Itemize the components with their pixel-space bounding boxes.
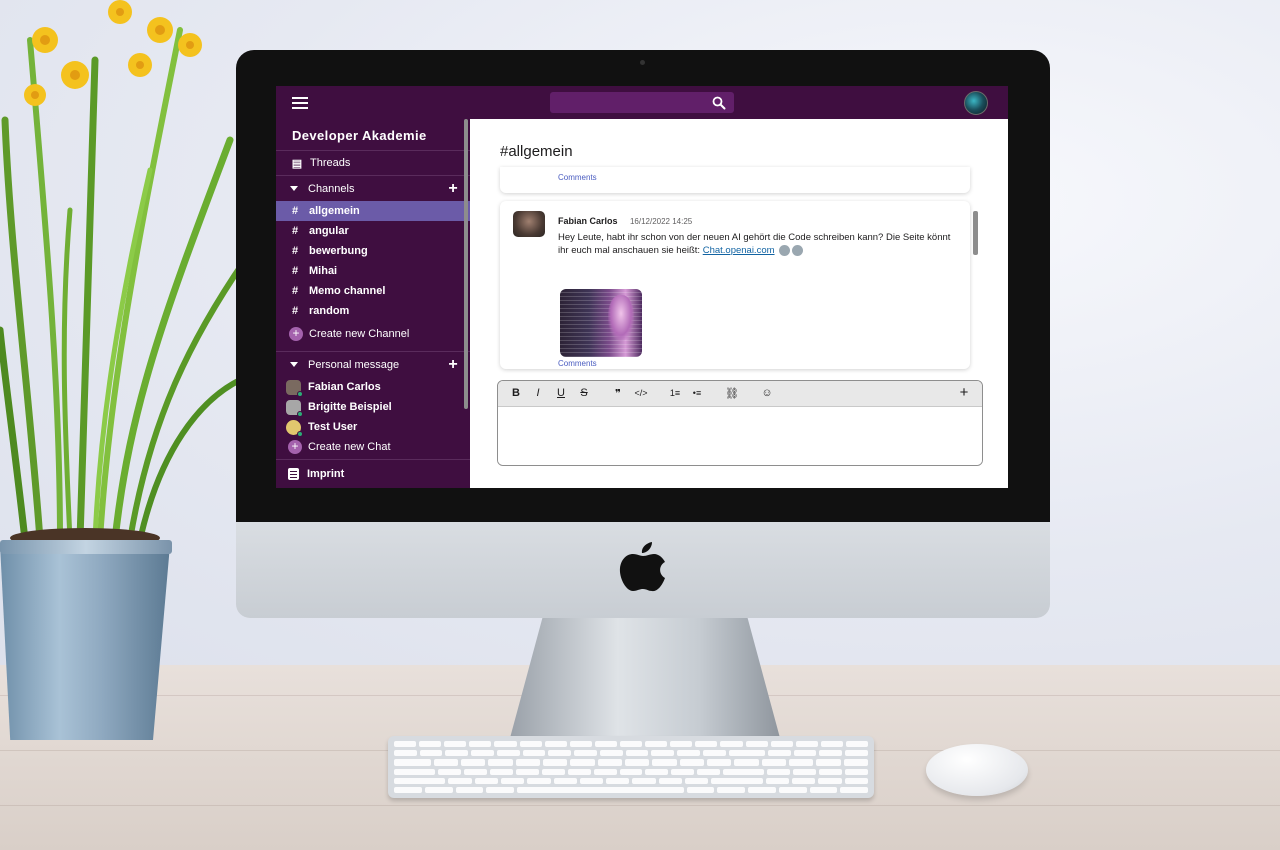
monitor-stand — [510, 618, 780, 738]
channel-item-angular[interactable]: # angular — [276, 221, 470, 241]
robot-emoji-icon — [792, 244, 804, 256]
flower-pot — [0, 545, 170, 740]
create-chat-label: Create new Chat — [308, 441, 391, 453]
code-button[interactable]: </> — [633, 388, 649, 398]
quote-button[interactable]: ❞ — [610, 387, 626, 400]
sidebar-item-label: Threads — [310, 157, 351, 169]
avatar — [286, 399, 303, 417]
create-chat-button[interactable]: + Create new Chat — [276, 437, 470, 457]
add-attachment-button[interactable]: + — [956, 384, 972, 401]
dm-label: Brigitte Beispiel — [308, 401, 392, 413]
robot-emoji-icon — [779, 244, 791, 256]
message-text: Hey Leute, habt ihr schon von der neuen … — [558, 231, 958, 257]
hash-icon: # — [292, 265, 299, 277]
dm-item-brigitte-beispiel[interactable]: Brigitte Beispiel — [276, 397, 470, 417]
channel-label: Mihai — [309, 265, 338, 277]
channel-label: bewerbung — [309, 245, 368, 257]
message-image[interactable] — [560, 289, 642, 357]
plant-leaves — [0, 0, 248, 544]
hash-icon: # — [292, 205, 299, 217]
channel-label: Memo channel — [309, 285, 386, 297]
top-bar — [276, 86, 1008, 119]
channel-item-bewerbung[interactable]: # bewerbung — [276, 241, 470, 261]
online-status-icon — [297, 390, 303, 397]
channels-label: Channels — [308, 182, 355, 195]
message-editor: B I U S ❞ </> 1≡ •≡ ⛓ ☺ + — [497, 380, 983, 466]
keyboard — [388, 736, 874, 798]
document-icon — [288, 468, 299, 480]
bold-button[interactable]: B — [508, 387, 524, 399]
avatar — [513, 211, 545, 237]
sidebar-item-threads[interactable]: ▤ Threads — [276, 151, 470, 175]
channel-title-text: allgemein — [508, 143, 573, 160]
channel-view: #allgemein Comments Fabian Carlos 16/12/… — [470, 119, 1008, 488]
channel-label: angular — [309, 225, 349, 237]
comments-link[interactable]: Comments — [558, 359, 597, 368]
create-channel-button[interactable]: + Create new Channel — [276, 321, 470, 347]
italic-button[interactable]: I — [530, 387, 546, 399]
image-face — [608, 295, 634, 341]
search-box[interactable] — [550, 92, 734, 113]
channel-item-mihai[interactable]: # Mihai — [276, 261, 470, 281]
channels-header[interactable]: Channels + — [276, 175, 470, 201]
message-card: Fabian Carlos 16/12/2022 14:25 Hey Leute… — [500, 201, 970, 369]
strikethrough-button[interactable]: S — [576, 387, 592, 399]
dm-item-test-user[interactable]: Test User — [276, 417, 470, 437]
add-channel-icon[interactable]: + — [446, 180, 460, 198]
imprint-label: Imprint — [307, 468, 345, 480]
channel-item-random[interactable]: # random — [276, 301, 470, 321]
hamburger-icon[interactable] — [292, 97, 308, 109]
hash-icon: # — [292, 245, 299, 257]
message-input[interactable] — [498, 407, 982, 465]
create-channel-label: Create new Channel — [309, 328, 410, 340]
underline-button[interactable]: U — [553, 387, 569, 399]
editor-toolbar: B I U S ❞ </> 1≡ •≡ ⛓ ☺ + — [498, 381, 982, 407]
hash-icon: # — [292, 225, 299, 237]
sidebar: Developer Akademie ▤ Threads Channels + … — [276, 119, 470, 488]
personal-message-label: Personal message — [308, 358, 400, 371]
dm-item-fabian-carlos[interactable]: Fabian Carlos — [276, 377, 470, 397]
search-icon[interactable] — [712, 96, 726, 110]
channel-title: #allgemein — [500, 143, 573, 160]
personal-message-header[interactable]: Personal message + — [276, 351, 470, 377]
imprint-button[interactable]: Imprint — [276, 459, 470, 488]
mouse — [926, 744, 1028, 796]
channel-item-allgemein[interactable]: # allgemein — [276, 201, 470, 221]
chat-scrollbar[interactable] — [973, 211, 978, 255]
dm-label: Fabian Carlos — [308, 381, 381, 393]
online-status-icon — [297, 410, 303, 417]
emoji-button[interactable]: ☺ — [759, 387, 775, 399]
message-link[interactable]: Chat.openai.com — [703, 245, 775, 256]
channel-label: allgemein — [309, 205, 360, 217]
flower-pot-rim — [0, 540, 172, 554]
caret-down-icon[interactable] — [290, 186, 298, 191]
user-avatar[interactable] — [964, 91, 988, 115]
hash-icon: # — [292, 285, 299, 297]
sidebar-scrollbar[interactable] — [464, 119, 468, 409]
caret-down-icon[interactable] — [290, 362, 298, 367]
hash-icon: # — [292, 305, 299, 317]
channel-item-memo-channel[interactable]: # Memo channel — [276, 281, 470, 301]
comments-link[interactable]: Comments — [558, 173, 597, 182]
previous-message-card: Comments — [500, 167, 970, 193]
add-circle-icon: + — [288, 440, 302, 454]
bullet-list-button[interactable]: •≡ — [689, 388, 705, 398]
message-timestamp: 16/12/2022 14:25 — [629, 217, 693, 226]
channel-label: random — [309, 305, 350, 317]
message-author[interactable]: Fabian Carlos — [558, 216, 618, 226]
threads-icon: ▤ — [291, 157, 303, 170]
online-status-icon — [297, 430, 303, 437]
webcam — [640, 60, 645, 65]
app-screen: Developer Akademie ▤ Threads Channels + … — [276, 86, 1008, 488]
apple-logo-icon — [619, 542, 665, 592]
workspace-name[interactable]: Developer Akademie — [276, 119, 470, 151]
avatar — [286, 379, 303, 397]
avatar — [286, 419, 303, 437]
ordered-list-button[interactable]: 1≡ — [667, 388, 683, 398]
dm-label: Test User — [308, 421, 358, 433]
add-circle-icon: + — [289, 327, 303, 341]
link-button[interactable]: ⛓ — [724, 387, 740, 400]
search-input[interactable] — [550, 92, 734, 113]
add-chat-icon[interactable]: + — [446, 356, 460, 374]
